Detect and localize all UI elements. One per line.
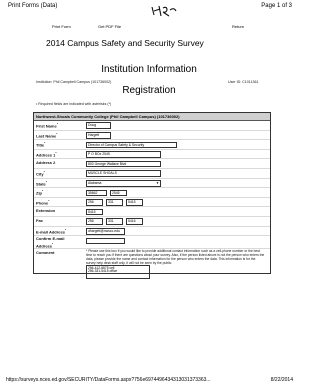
comment-instructions: * Please use this box if you would like … [86,249,265,265]
first-name-input[interactable]: Doug [86,122,111,129]
print-forms-header: Print Forms (Data) [8,3,58,9]
institution-name: Institution: Phil Campbell Campus (10173… [36,80,112,84]
phone-prefix-input[interactable]: 331 [106,199,123,206]
address2-row: Address 2 800 George Wallace Blvd [34,159,270,169]
phone-label: Phone* [36,198,50,206]
last-name-label: Last Name* [36,131,58,138]
confirm-email-input[interactable] [86,237,125,245]
return-link[interactable]: Return [232,24,244,29]
extension-input[interactable]: 5415 [86,208,103,216]
print-form-link[interactable]: Print Form [52,24,71,29]
address1-input[interactable]: P O BOx 2545 [86,151,161,158]
user-id: User ID: C1011361 [228,80,259,84]
get-pdf-link[interactable]: Get PDF File [98,24,121,29]
last-name-row: Last Name* Hargett [34,131,270,141]
confirm-email-label: Confirm E-mail Address* [36,236,65,248]
fax-row: Fax 256 331 5416 [34,217,270,227]
address1-row: Address 1* P O BOx 2545 [34,150,270,160]
phone-area-input[interactable]: 256 [86,199,103,206]
zip-extension-input[interactable]: 2545 [110,189,127,197]
city-row: City* MUSCLE SHOALS [34,169,270,179]
confirm-email-row: Confirm E-mail Address* [34,236,270,250]
first-name-row: First Name* Doug [34,121,270,131]
registration-heading: Registration [122,85,176,96]
address1-label: Address 1* [36,150,57,158]
comment-row: Comment * Please use this box if you wou… [34,249,270,280]
survey-title: 2014 Campus Safety and Security Survey [46,38,204,48]
address2-input[interactable]: 800 George Wallace Blvd [86,160,161,168]
institution-info-heading: Institution Information [101,64,197,75]
state-label: State* [36,179,47,186]
zip-input[interactable]: 35662 [86,189,107,197]
title-row: Title* Director of Campus Safety & Secur… [34,140,270,150]
phone-line-input[interactable]: 5415 [126,199,143,206]
comment-label: Comment [36,250,55,256]
last-name-input[interactable]: Hargett [86,131,111,139]
email-input[interactable]: dhargett@nwscc.edu [86,227,125,235]
page-number: Page 1 of 3 [261,3,292,9]
zip-row: Zip* 35662 2545 [34,188,270,198]
state-value: Alabama [88,180,102,185]
address2-label: Address 2 [36,160,56,166]
phone-row: Phone* 256 331 5415 [34,198,270,208]
fax-prefix-input[interactable]: 331 [106,218,123,225]
title-label: Title* [36,141,46,148]
panel-title: Northwest-Shoals Community College (Phil… [34,113,270,121]
fax-area-input[interactable]: 256 [86,218,103,225]
state-select[interactable]: Alabama ▼ [86,179,161,187]
zip-label: Zip* [36,189,44,196]
extension-row: Extension 5415 [34,207,270,217]
comment-textarea[interactable]: 256-412-6875 cell 256-331-5415 office [86,265,150,280]
extension-label: Extension [36,208,56,214]
city-label: City* [36,169,45,177]
required-fields-note: • Required fields are indicated with ast… [36,102,112,106]
handwritten-initials [151,5,177,17]
state-row: State* Alabama ▼ [34,179,270,189]
print-date: 8/22/2014 [270,377,293,383]
registration-form: Northwest-Shoals Community College (Phil… [33,112,271,280]
email-label: E-mail Address* [36,227,67,234]
fax-line-input[interactable]: 5416 [126,218,143,225]
first-name-label: First Name* [36,122,58,129]
title-input[interactable]: Director of Campus Safety & Security [86,141,177,149]
page-url: https://surveys.nces.ed.gov/SECURITY/Dat… [6,377,211,383]
city-input[interactable]: MUSCLE SHOALS [86,170,161,177]
chevron-down-icon: ▼ [156,180,159,185]
fax-label: Fax [36,217,43,223]
email-row: E-mail Address* dhargett@nwscc.edu [34,227,270,237]
